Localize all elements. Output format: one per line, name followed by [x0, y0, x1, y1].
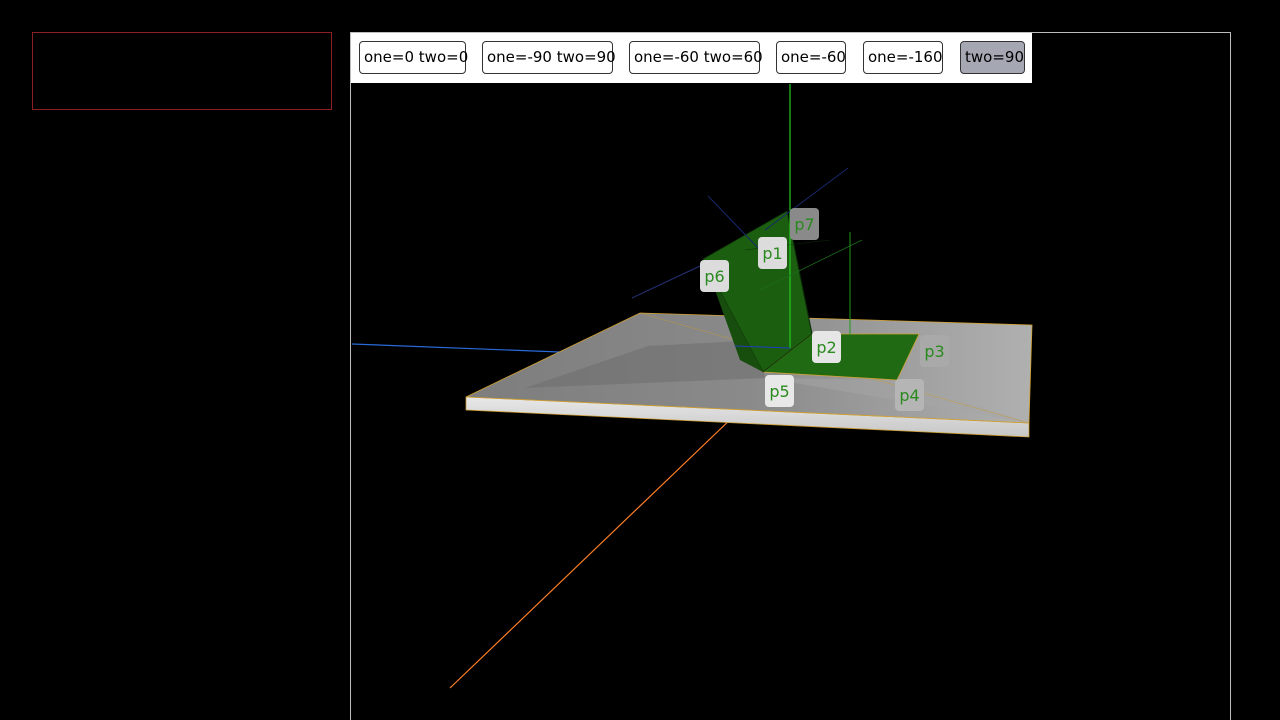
- point-label-p6-text: p6: [704, 267, 724, 286]
- point-label-p3-text: p3: [924, 342, 944, 361]
- preset-button-one-60-two60[interactable]: one=-60 two=60: [629, 41, 763, 74]
- point-label-p5[interactable]: p5: [765, 375, 794, 407]
- point-label-p7-text: p7: [794, 215, 814, 234]
- point-label-p5-text: p5: [769, 382, 789, 401]
- point-label-p1[interactable]: p1: [758, 237, 787, 269]
- point-label-p7[interactable]: p7: [790, 208, 819, 240]
- point-label-p2[interactable]: p2: [812, 331, 841, 363]
- preset-button-one-90-two90[interactable]: one=-90 two=90: [482, 41, 616, 74]
- toolbar: one=0 two=0 one=-90 two=90 one=-60 two=6…: [351, 33, 1032, 83]
- point-label-p1-text: p1: [762, 244, 782, 263]
- preset-button-one0-two0[interactable]: one=0 two=0: [359, 41, 468, 74]
- point-label-p6[interactable]: p6: [700, 260, 729, 292]
- axis-x-line: [449, 414, 736, 689]
- preset-button-one-160[interactable]: one=-160: [863, 41, 943, 74]
- point-label-p2-text: p2: [816, 338, 836, 357]
- 3d-scene: p7 p1 p6 p2 p3 p5 p4: [351, 84, 1033, 689]
- point-label-p3[interactable]: p3: [920, 335, 949, 367]
- point-label-p4-text: p4: [899, 386, 919, 405]
- preset-button-two90[interactable]: two=90: [960, 41, 1025, 74]
- preset-button-one-60[interactable]: one=-60: [776, 41, 846, 74]
- point-label-p4[interactable]: p4: [895, 379, 924, 411]
- axis-z-line: [351, 343, 561, 353]
